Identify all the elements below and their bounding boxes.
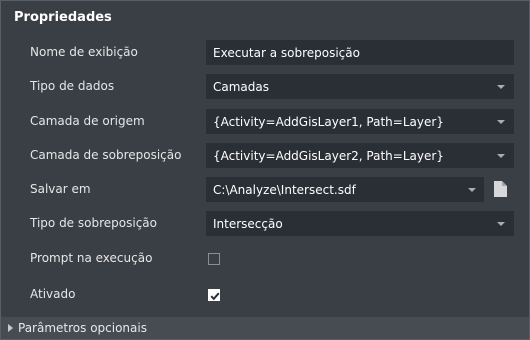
properties-panel: Propriedades Nome de exibição Executar a… xyxy=(0,0,530,340)
panel-title: Propriedades xyxy=(14,10,112,25)
overlay-type-value: Intersecção xyxy=(213,217,283,231)
prompt-on-run-checkbox[interactable] xyxy=(208,253,220,265)
display-name-label: Nome de exibição xyxy=(30,45,138,59)
source-layer-select[interactable]: {Activity=AddGisLayer1, Path=Layer} xyxy=(206,109,514,134)
optional-params-label: Parâmetros opcionais xyxy=(18,321,147,335)
source-layer-label: Camada de origem xyxy=(30,114,145,128)
chevron-down-icon[interactable] xyxy=(468,188,476,192)
display-name-value: Executar a sobreposição xyxy=(213,46,360,60)
display-name-input[interactable]: Executar a sobreposição xyxy=(206,40,514,65)
save-in-value: C:\Analyze\Intersect.sdf xyxy=(213,183,356,197)
enabled-row: Ativado xyxy=(1,282,529,308)
data-type-value: Camadas xyxy=(213,80,269,94)
overlay-type-label: Tipo de sobreposição xyxy=(30,216,157,230)
data-type-select[interactable]: Camadas xyxy=(206,74,514,99)
overlay-layer-row: Camada de sobreposição {Activity=AddGisL… xyxy=(1,143,529,169)
source-layer-row: Camada de origem {Activity=AddGisLayer1,… xyxy=(1,109,529,135)
data-type-label: Tipo de dados xyxy=(30,79,115,93)
file-icon[interactable] xyxy=(494,181,507,197)
overlay-layer-value: {Activity=AddGisLayer2, Path=Layer} xyxy=(213,149,444,163)
optional-params-section[interactable]: Parâmetros opcionais xyxy=(1,317,529,339)
chevron-down-icon[interactable] xyxy=(497,222,505,226)
chevron-down-icon[interactable] xyxy=(497,120,505,124)
display-name-row: Nome de exibição Executar a sobreposição xyxy=(1,40,529,66)
chevron-down-icon[interactable] xyxy=(497,85,505,89)
save-in-label: Salvar em xyxy=(30,182,91,196)
check-icon xyxy=(210,292,220,301)
enabled-checkbox[interactable] xyxy=(208,289,220,301)
chevron-down-icon[interactable] xyxy=(497,154,505,158)
overlay-type-row: Tipo de sobreposição Intersecção xyxy=(1,211,529,237)
overlay-layer-select[interactable]: {Activity=AddGisLayer2, Path=Layer} xyxy=(206,143,514,168)
source-layer-value: {Activity=AddGisLayer1, Path=Layer} xyxy=(213,115,444,129)
save-in-select[interactable]: C:\Analyze\Intersect.sdf xyxy=(206,177,484,202)
data-type-row: Tipo de dados Camadas xyxy=(1,74,529,100)
prompt-on-run-label: Prompt na execução xyxy=(30,251,153,265)
enabled-label: Ativado xyxy=(30,287,76,301)
triangle-right-icon[interactable] xyxy=(8,324,13,332)
overlay-type-select[interactable]: Intersecção xyxy=(206,211,514,236)
save-in-row: Salvar em C:\Analyze\Intersect.sdf xyxy=(1,177,529,203)
prompt-on-run-row: Prompt na execução xyxy=(1,246,529,272)
overlay-layer-label: Camada de sobreposição xyxy=(30,148,182,162)
